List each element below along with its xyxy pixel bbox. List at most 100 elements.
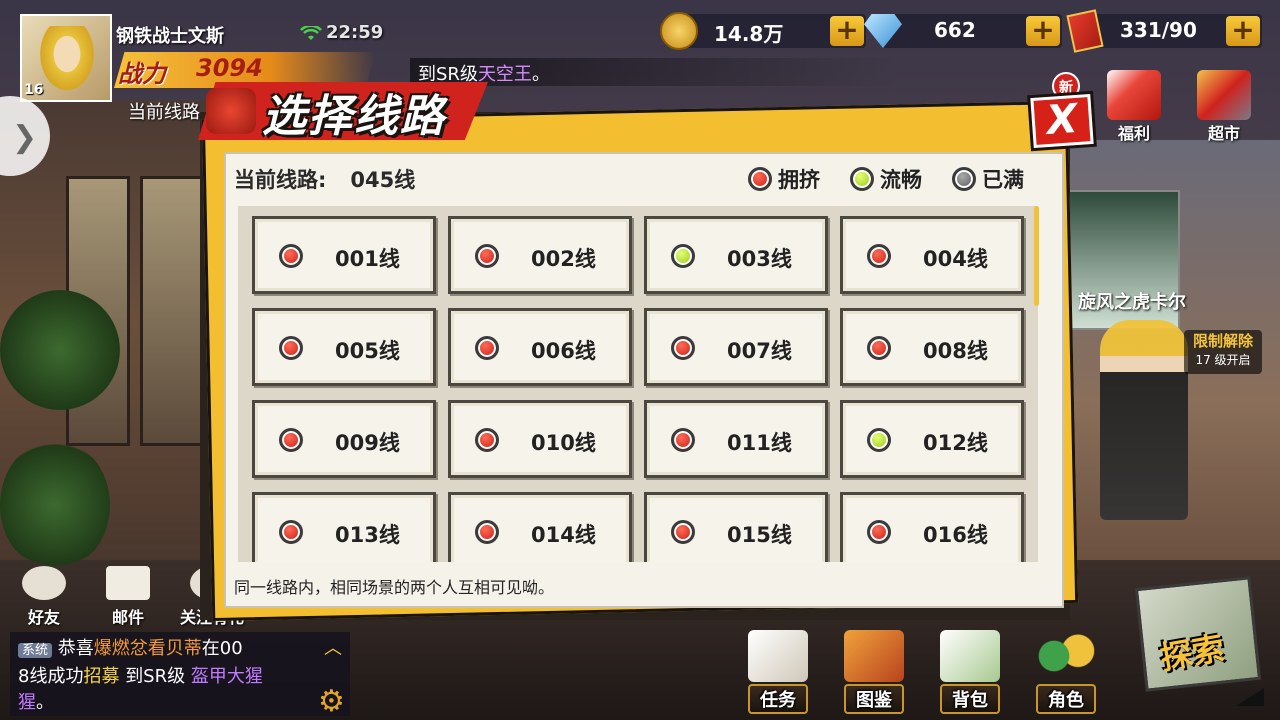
legend-full: 已满 [952,164,1024,194]
chat-text: 8线成功 [18,666,84,687]
tasks-button[interactable]: 任务 [738,630,818,714]
friends-icon [22,566,66,600]
dialog-title: 选择线路 [262,91,446,142]
power-value: 3094 [196,54,263,82]
supermarket-label: 超市 [1207,124,1240,143]
player-avatar[interactable]: 16 [20,14,112,102]
line-label: 014线 [531,523,596,547]
chat-text: 。 [36,692,54,713]
supermarket-button[interactable]: 超市 [1192,70,1256,144]
red-status-icon [671,336,695,360]
close-button[interactable]: X [1030,93,1094,149]
line-button[interactable]: 009线 [252,400,436,478]
chat-hero-name: 盔甲大猩 [190,666,263,687]
tickets-value: 331/90 [1120,18,1197,42]
line-button[interactable]: 001线 [252,216,436,294]
welfare-button[interactable]: 福利 [1102,70,1166,144]
grey-status-icon [952,167,976,191]
current-line-hud: 当前线路 [128,102,200,123]
welfare-label: 福利 [1117,124,1150,143]
handbook-label: 图鉴 [844,684,904,714]
green-status-icon [850,167,874,191]
line-button[interactable]: 010线 [448,400,632,478]
legend-label: 流畅 [880,168,922,192]
player-name: 钢铁战士文斯 [116,26,224,47]
green-status-icon [671,244,695,268]
red-status-icon [279,244,303,268]
add-tickets-button[interactable]: + [1226,16,1260,46]
current-line-label: 当前线路: [234,168,327,192]
handbook-button[interactable]: 图鉴 [834,630,914,714]
line-button[interactable]: 007线 [644,308,828,386]
diamond-icon [864,14,902,48]
line-label: 007线 [727,339,792,363]
line-label: 013线 [335,523,400,547]
line-button[interactable]: 011线 [644,400,828,478]
corner-arrow-icon[interactable] [1236,688,1264,706]
avatar-portrait [36,26,98,96]
add-diamonds-button[interactable]: + [1026,16,1060,46]
line-button[interactable]: 005线 [252,308,436,386]
characters-button[interactable]: 角色 [1026,630,1106,714]
line-grid[interactable]: 001线 002线 003线 004线 005线 006线 007线 008线 009线 010线… [238,206,1038,562]
line-label: 004线 [923,247,988,271]
line-button[interactable]: 015线 [644,492,828,562]
background-plant [0,440,110,570]
chevron-up-icon[interactable]: ︿ [324,634,342,660]
legend-smooth: 流畅 [850,164,922,194]
line-button[interactable]: 006线 [448,308,632,386]
chat-text: 到SR级 [125,666,186,687]
player-level: 16 [24,82,44,98]
bag-icon [940,630,1000,682]
characters-label: 角色 [1036,684,1096,714]
scrollbar[interactable] [1034,206,1039,306]
red-status-icon [279,336,303,360]
limit-release-title: 限制解除 [1192,332,1253,350]
red-status-icon [671,520,695,544]
limit-release-badge[interactable]: 限制解除 17 级开启 [1184,330,1262,374]
coins-value: 14.8万 [714,22,784,46]
line-button[interactable]: 003线 [644,216,828,294]
friends-label: 好友 [27,608,60,627]
line-label: 011线 [727,431,792,455]
broadcast-highlight: 天空王 [477,64,532,85]
line-button[interactable]: 012线 [840,400,1024,478]
chat-recruit: 招募 [83,666,120,687]
chat-line: 猩。 [18,690,342,716]
broadcast-ticker: 到SR级天空王。 [410,58,900,86]
currency-tickets: 331/90 + [1066,9,1262,53]
line-button[interactable]: 004线 [840,216,1024,294]
line-button[interactable]: 016线 [840,492,1024,562]
backpack-label: 背包 [940,684,1000,714]
mail-label: 邮件 [111,608,144,627]
red-status-icon [279,520,303,544]
red-status-icon [867,336,891,360]
line-label: 008线 [923,339,988,363]
characters-icon [1036,630,1096,682]
red-status-icon [867,520,891,544]
diamonds-value: 662 [934,18,976,42]
line-label: 009线 [335,431,400,455]
chat-box[interactable]: 系统 恭喜爆燃忿看贝蒂在00 8线成功招募 到SR级 盔甲大猩 猩。 [10,632,350,716]
background-plant [0,290,120,410]
line-button[interactable]: 013线 [252,492,436,562]
red-status-icon [279,428,303,452]
chat-hero-name-cont: 猩 [18,692,36,713]
broadcast-suffix: 。 [531,64,550,85]
backpack-button[interactable]: 背包 [930,630,1010,714]
chevron-right-icon: ❯ [12,120,38,155]
gear-icon[interactable]: ⚙ [318,684,345,719]
currency-diamonds: 662 + [864,14,1062,48]
line-button[interactable]: 002线 [448,216,632,294]
add-coins-button[interactable]: + [830,16,864,46]
gift-icon [1107,70,1161,120]
chat-player-name: 爆燃忿看贝蒂 [93,638,202,659]
ticket-icon [1066,9,1104,53]
line-button[interactable]: 008线 [840,308,1024,386]
mail-button[interactable]: 邮件 [98,566,158,628]
banner-character-name: 旋风之虎卡尔 [1078,292,1186,313]
line-button[interactable]: 014线 [448,492,632,562]
tasks-label: 任务 [748,684,808,714]
shop-icon [1197,70,1251,120]
friends-button[interactable]: 好友 [14,566,74,628]
